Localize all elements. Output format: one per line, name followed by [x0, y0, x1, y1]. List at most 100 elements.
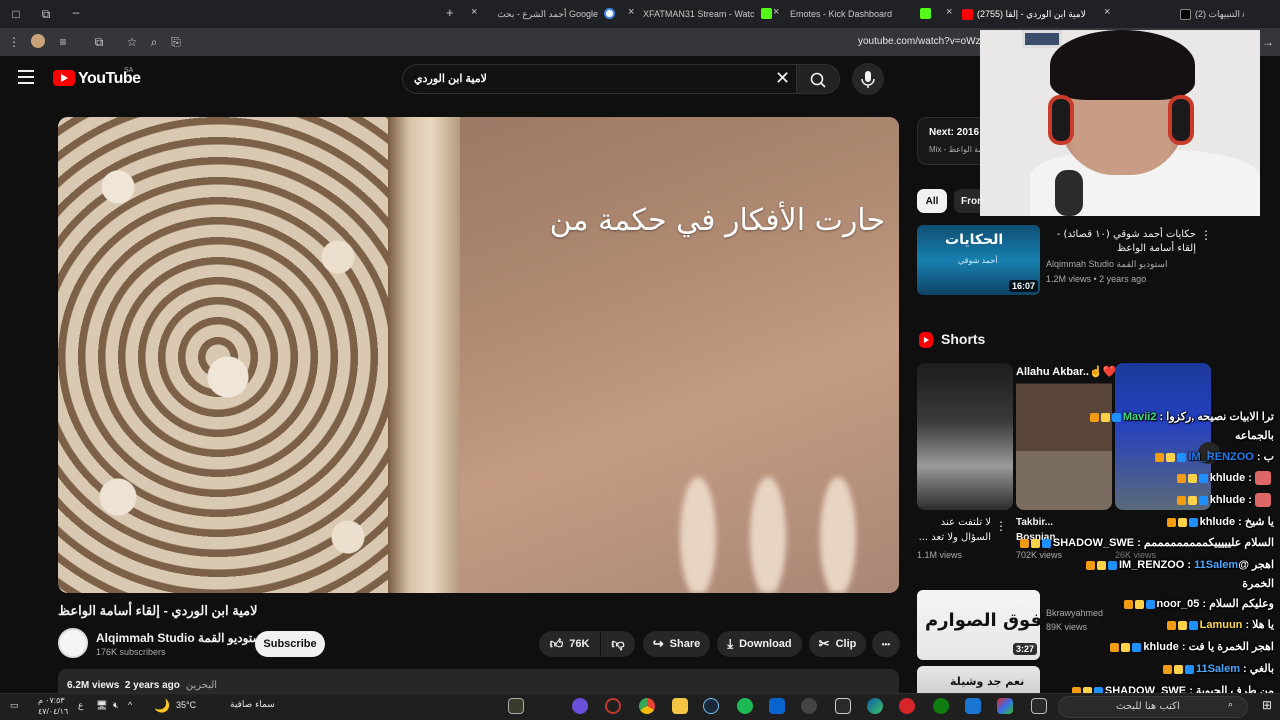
- security-app-icon[interactable]: [899, 698, 915, 714]
- back-arrow-icon[interactable]: →: [1260, 34, 1276, 50]
- tab-actions-icon[interactable]: ⧉: [38, 6, 54, 22]
- obs-app-icon[interactable]: [572, 698, 588, 714]
- chat-username[interactable]: khlude: [1200, 516, 1235, 528]
- taskbar-app-icon[interactable]: [508, 698, 524, 714]
- chat-username[interactable]: khlude: [1143, 641, 1178, 653]
- voice-search-button[interactable]: [852, 63, 884, 95]
- download-button[interactable]: ⤓ Download: [717, 631, 802, 657]
- more-actions-button[interactable]: •••: [872, 631, 900, 657]
- chat-badge-icon: [1187, 495, 1197, 505]
- tab-kick-stream[interactable]: XFATMAN31 Stream - Watch Li: [643, 4, 755, 24]
- network-icon[interactable]: 🖥︎: [96, 700, 107, 711]
- hamburger-menu-icon[interactable]: [18, 70, 34, 84]
- address-bar-url[interactable]: youtube.com/watch?v=oWzo: [858, 36, 986, 47]
- kebab-menu-icon[interactable]: ⋮: [995, 519, 1007, 533]
- upnext-label: Next: 2016: [929, 127, 980, 138]
- volume-muted-icon[interactable]: 🔇︎: [113, 700, 119, 711]
- bookmark-star-icon[interactable]: ☆: [124, 34, 140, 50]
- copilot-app-icon[interactable]: [997, 698, 1013, 714]
- short-thumbnail[interactable]: [1016, 363, 1112, 510]
- reading-list-icon[interactable]: ≡: [55, 34, 71, 50]
- chat-badge-icon: [1107, 560, 1117, 570]
- new-tab-button[interactable]: +: [446, 5, 454, 20]
- chat-username[interactable]: Lamuun: [1200, 619, 1243, 631]
- like-button[interactable]: 👍︎ 76K: [539, 631, 600, 657]
- thumbs-up-icon: 👍︎: [549, 636, 564, 651]
- youtube-logo-icon[interactable]: [53, 70, 75, 86]
- tab-kick-dashboard[interactable]: Emotes - Kick Dashboard: [790, 4, 902, 24]
- x-icon: [1180, 8, 1191, 20]
- chat-username[interactable]: khlude: [1210, 472, 1245, 484]
- app-icon[interactable]: [835, 698, 851, 714]
- start-button-icon[interactable]: ⊞: [1262, 698, 1272, 712]
- video-player[interactable]: حارت الأفكار في حكمة من: [58, 117, 899, 593]
- window-menu-icon[interactable]: □: [8, 6, 24, 22]
- chat-message: ترا الابيات نصيحه ,ركزوا : Mavii2: [1086, 410, 1274, 423]
- channel-name[interactable]: Alqimmah Studio استوديو القمة: [96, 631, 266, 645]
- tab-close-button[interactable]: ×: [471, 6, 477, 18]
- search-button[interactable]: [796, 64, 840, 94]
- share-button[interactable]: ↪ Share: [643, 631, 710, 657]
- tab-close-button[interactable]: ×: [946, 6, 952, 18]
- notification-icon[interactable]: ▭: [10, 700, 19, 711]
- chat-username[interactable]: 11Salem: [1196, 663, 1240, 675]
- settings-gear-icon[interactable]: [801, 698, 817, 714]
- channel-avatar[interactable]: [58, 628, 88, 658]
- task-view-icon[interactable]: [965, 698, 981, 714]
- search-icon: [810, 72, 826, 88]
- recommended-video-channel[interactable]: Alqimmah Studio استوديو القمة: [1046, 259, 1167, 270]
- recommended-video-title[interactable]: حكايات أحمد شوقي (١٠ قصائد) - إلقاء أسام…: [1046, 228, 1196, 256]
- tab-x-notifications[interactable]: (2) التنبيهات / X: [1180, 4, 1244, 24]
- minimize-icon[interactable]: –: [68, 4, 84, 20]
- tab-google-search[interactable]: أحمد الشرع - بحث Google: [486, 4, 598, 24]
- clock-time[interactable]: ٠٧:٥٣ م: [38, 696, 65, 705]
- chat-username[interactable]: khlude: [1210, 494, 1245, 506]
- chat-username[interactable]: SHADOW_SWE: [1053, 537, 1134, 549]
- clear-search-icon[interactable]: ✕: [775, 69, 790, 87]
- recommended-video-channel[interactable]: Bkrawyahmed: [1046, 608, 1103, 618]
- chat-badge-icon: [1085, 560, 1095, 570]
- clip-button[interactable]: ✂ Clip: [809, 631, 866, 657]
- zoom-icon[interactable]: ⌕: [146, 34, 162, 50]
- tab-close-button[interactable]: ×: [1104, 6, 1110, 18]
- edge-app-icon[interactable]: [867, 698, 883, 714]
- recording-app-icon[interactable]: [605, 698, 621, 714]
- extensions-icon[interactable]: ⧉: [91, 34, 107, 50]
- chat-badges: [1175, 472, 1208, 484]
- kebab-menu-icon[interactable]: ⋮: [1200, 228, 1212, 242]
- tab-youtube-video[interactable]: (2755) لامية ابن الوردي - إلقا: [962, 4, 1092, 24]
- short-thumbnail[interactable]: [1115, 363, 1211, 510]
- widgets-icon[interactable]: [1031, 698, 1047, 714]
- chat-badge-icon: [1111, 412, 1121, 422]
- dislike-button[interactable]: 👎︎: [601, 631, 635, 657]
- steam-app-icon[interactable]: [703, 698, 719, 714]
- short-title[interactable]: لا تلتفت عند السؤال ولا تعد ...: [917, 515, 991, 545]
- weather-description[interactable]: سماء صافية: [230, 700, 275, 710]
- chat-username[interactable]: 11Salem: [1194, 559, 1238, 571]
- tab-close-button[interactable]: ×: [773, 6, 779, 18]
- subscribe-button[interactable]: Subscribe: [255, 631, 325, 657]
- profile-avatar[interactable]: [31, 34, 45, 48]
- spotify-app-icon[interactable]: [737, 698, 753, 714]
- share-page-icon[interactable]: ⎘: [168, 34, 184, 50]
- chat-username[interactable]: IM_RENZOO: [1188, 451, 1253, 463]
- file-explorer-icon[interactable]: [672, 698, 688, 714]
- chrome-app-icon[interactable]: [639, 698, 655, 714]
- weather-temperature[interactable]: 35°C: [176, 700, 196, 710]
- chat-badge-icon: [1019, 538, 1029, 548]
- clock-date[interactable]: ٤٧/٠٤/١٦: [38, 707, 68, 716]
- chip-all[interactable]: All: [917, 189, 947, 213]
- more-menu-icon[interactable]: ⋮: [6, 34, 22, 50]
- short-thumbnail[interactable]: [917, 363, 1013, 510]
- outlook-app-icon[interactable]: [769, 698, 785, 714]
- tab-close-button[interactable]: ×: [628, 6, 634, 18]
- chat-badge-icon: [1100, 412, 1110, 422]
- chat-username[interactable]: Mavii2: [1123, 411, 1157, 423]
- xbox-app-icon[interactable]: [933, 698, 949, 714]
- search-input-value[interactable]: لامية ابن الوردي: [414, 72, 487, 85]
- taskbar-search-placeholder[interactable]: اكتب هنا للبحث: [1116, 701, 1180, 712]
- tray-chevron-icon[interactable]: ^: [128, 700, 132, 710]
- language-indicator[interactable]: ع: [78, 700, 83, 711]
- chat-badge-icon: [1041, 538, 1051, 548]
- chat-username[interactable]: noor_05: [1157, 598, 1200, 610]
